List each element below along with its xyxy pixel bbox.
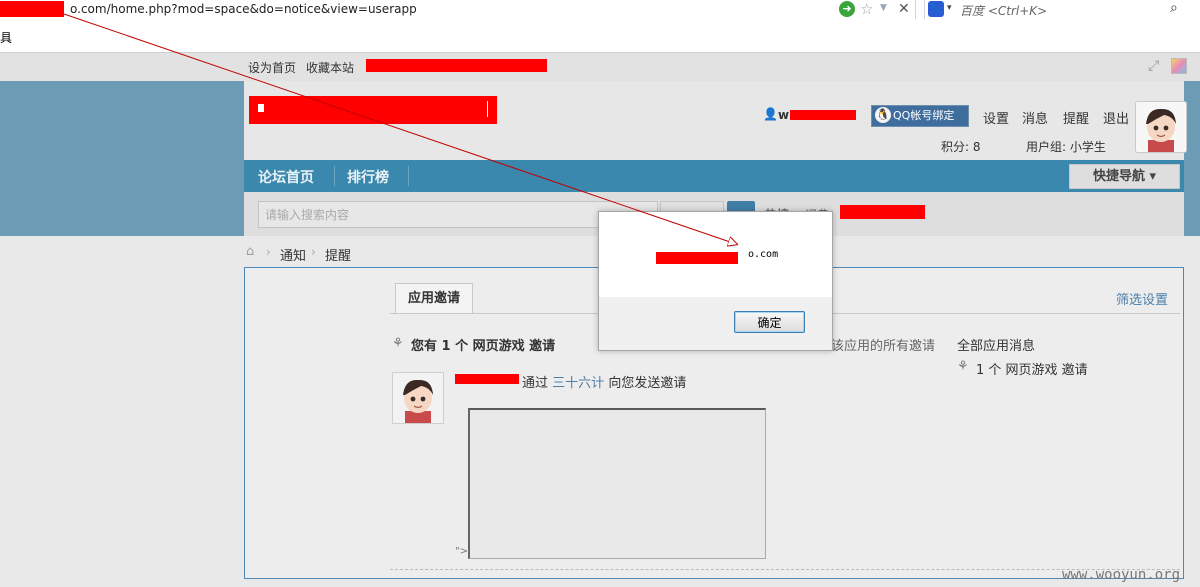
points-display[interactable]: 积分: 8 — [941, 138, 981, 155]
bookmark-star-icon[interactable]: ☆ — [860, 0, 873, 18]
tab-app-invite[interactable]: 应用邀请 — [395, 283, 473, 314]
alert-message: o.com — [748, 249, 779, 260]
app-invite-icon: ⚘ — [392, 336, 404, 351]
invite-suffix: 向您发送邀请 — [608, 376, 687, 391]
logo-fragment — [258, 104, 264, 112]
baidu-icon[interactable]: 🐾 — [928, 1, 944, 17]
via-text: 通过 — [522, 376, 549, 391]
avatar[interactable] — [1135, 101, 1187, 153]
settings-link[interactable]: 设置 — [983, 108, 1009, 127]
chevron-down-icon[interactable]: ▾ — [947, 3, 952, 13]
sender-avatar[interactable] — [392, 372, 444, 424]
breadcrumb-notice[interactable]: 通知 — [280, 245, 306, 264]
user-icon: 👤 — [763, 107, 778, 121]
browser-search-placeholder[interactable]: 百度 <Ctrl+K> — [960, 2, 1047, 19]
breadcrumb-separator: › — [266, 245, 271, 259]
nav-divider — [334, 166, 335, 186]
bookmark-site-link[interactable]: 收藏本站 — [306, 59, 354, 76]
messages-link[interactable]: 消息 — [1022, 108, 1048, 127]
search-icon[interactable]: ⌕ — [1170, 0, 1178, 16]
invite-count-heading: 您有 1 个 网页游戏 邀请 — [411, 339, 556, 354]
fullscreen-icon[interactable]: ⤢ — [1148, 58, 1159, 74]
injected-residue-text: "> — [455, 546, 468, 557]
redaction-bar — [656, 252, 738, 264]
ok-button[interactable]: 确定 — [734, 311, 805, 333]
set-homepage-link[interactable]: 设为首页 — [248, 59, 296, 76]
quick-nav-button[interactable]: 快捷导航 ▾ — [1069, 164, 1180, 189]
breadcrumb-separator: › — [311, 245, 316, 259]
usergroup-display[interactable]: 用户组: 小学生 — [1026, 138, 1106, 155]
logout-link[interactable]: 退出 — [1103, 108, 1129, 127]
side-game-invite-link[interactable]: 1 个 网页游戏 邀请 — [976, 359, 1088, 378]
reminders-link[interactable]: 提醒 — [1063, 108, 1089, 127]
redaction-bar — [840, 205, 925, 219]
redaction-bar — [0, 1, 64, 17]
redaction-bar — [455, 374, 519, 384]
invite-message: 通过 三十六计 向您发送邀请 — [522, 372, 686, 391]
dropdown-icon[interactable]: ▼ — [880, 3, 887, 13]
invite-iframe — [468, 408, 766, 559]
all-app-messages-link[interactable]: 全部应用消息 — [957, 335, 1035, 354]
qq-penguin-icon: 🐧 — [875, 107, 891, 123]
redaction-bar — [790, 110, 856, 120]
app-invite-icon: ⚘ — [957, 359, 969, 374]
sender-avatar-image — [393, 373, 443, 423]
watermark: www.wooyun.org — [1062, 567, 1181, 583]
url-text[interactable]: o.com/home.php?mod=space&do=notice&view=… — [70, 2, 417, 16]
home-icon[interactable]: ⌂ — [246, 244, 254, 259]
username-link[interactable]: w — [778, 108, 789, 122]
all-invites-link[interactable]: 该应用的所有邀请 — [831, 335, 935, 354]
breadcrumb-remind[interactable]: 提醒 — [325, 245, 351, 264]
nav-forum-home[interactable]: 论坛首页 — [258, 167, 314, 187]
qq-bind-button[interactable]: 🐧 QQ帐号绑定 — [871, 105, 969, 127]
menu-item-tools[interactable]: 具 — [0, 29, 12, 46]
theme-icon[interactable] — [1171, 58, 1187, 74]
logo-fragment — [487, 101, 488, 117]
avatar-image — [1136, 102, 1186, 152]
nav-ranking[interactable]: 排行榜 — [347, 167, 389, 187]
filter-settings-link[interactable]: 筛选设置 — [1116, 289, 1168, 308]
redaction-bar — [366, 59, 547, 72]
go-icon[interactable]: ➜ — [839, 1, 855, 17]
nav-divider — [408, 166, 409, 186]
site-logo-redaction — [249, 96, 497, 124]
menu-bar — [0, 20, 1200, 53]
app-link[interactable]: 三十六计 — [552, 376, 604, 391]
stop-icon[interactable]: ✕ — [898, 1, 910, 17]
site-topbar — [0, 53, 1200, 81]
qq-bind-label: QQ帐号绑定 — [893, 109, 955, 122]
